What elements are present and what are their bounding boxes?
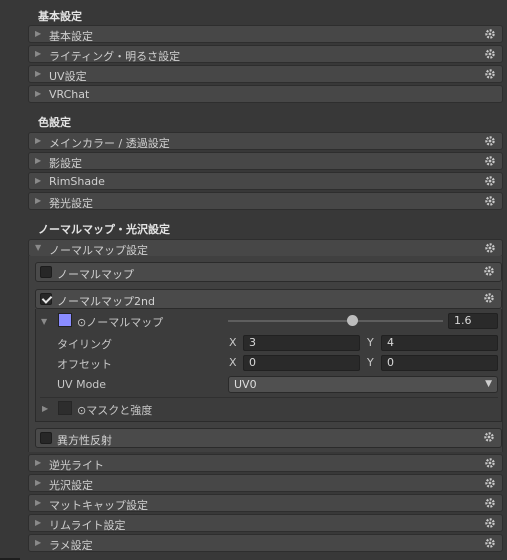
fold-backlight[interactable]: ▶ 逆光ライト	[28, 454, 503, 472]
uv-mode-dropdown[interactable]: UV0 ▼	[228, 376, 498, 393]
chevron-down-icon: ▼	[485, 379, 492, 389]
fold-matcap[interactable]: ▶ マットキャップ設定	[28, 494, 503, 512]
tiling-y-field[interactable]: 4	[381, 335, 498, 351]
normal-map-2nd-checkbox[interactable]	[40, 293, 52, 305]
tiling-y-label: Y	[367, 336, 374, 349]
offset-y-label: Y	[367, 356, 374, 369]
fold-rimlight[interactable]: ▶ リムライト設定	[28, 514, 503, 532]
offset-x-field[interactable]: 0	[243, 355, 360, 371]
triangle-right-icon: ▶	[35, 136, 42, 145]
gear-icon[interactable]	[484, 68, 496, 80]
section-title-basic: 基本設定	[38, 10, 82, 23]
fold-vrchat[interactable]: ▶ VRChat	[28, 85, 503, 103]
fold-label: 逆光ライト	[49, 459, 104, 472]
gear-icon[interactable]	[484, 537, 496, 549]
gear-icon[interactable]	[484, 48, 496, 60]
gear-icon[interactable]	[484, 242, 496, 254]
fold-label: VRChat	[49, 88, 90, 101]
fold-shadow[interactable]: ▶ 影設定	[28, 152, 503, 170]
normal-map-2nd-label: ノーマルマップ2nd	[57, 295, 155, 308]
normal-map-2nd-card[interactable]: ノーマルマップ2nd	[35, 289, 502, 309]
normal-map-checkbox[interactable]	[40, 266, 52, 278]
fold-label: 影設定	[49, 157, 82, 170]
triangle-right-icon[interactable]: ▶	[42, 404, 48, 413]
tiling-x-field[interactable]: 3	[243, 335, 360, 351]
offset-y-field[interactable]: 0	[381, 355, 498, 371]
fold-uv[interactable]: ▶ UV設定	[28, 65, 503, 83]
triangle-right-icon: ▶	[35, 458, 42, 467]
gear-icon[interactable]	[483, 431, 495, 443]
mask-label: ⊙マスクと強度	[77, 404, 153, 417]
fold-label: 光沢設定	[49, 479, 93, 492]
fold-label: RimShade	[49, 175, 105, 188]
gear-icon[interactable]	[484, 497, 496, 509]
fold-basic[interactable]: ▶ 基本設定	[28, 25, 503, 43]
triangle-down-icon[interactable]: ▼	[41, 317, 47, 326]
texture-label: ⊙ノーマルマップ	[77, 316, 164, 329]
fold-label: リムライト設定	[49, 519, 126, 532]
fold-lighting[interactable]: ▶ ライティング・明るさ設定	[28, 45, 503, 63]
fold-label: ライティング・明るさ設定	[49, 50, 181, 63]
normal-map-label: ノーマルマップ	[57, 268, 134, 281]
offset-x-label: X	[229, 356, 237, 369]
gear-icon[interactable]	[484, 175, 496, 187]
fold-label: ラメ設定	[49, 539, 93, 552]
fold-label: メインカラー / 透過設定	[49, 137, 170, 150]
left-gutter	[0, 0, 24, 560]
fold-label: マットキャップ設定	[49, 499, 148, 512]
uv-mode-label: UV Mode	[57, 378, 107, 391]
triangle-right-icon: ▶	[35, 49, 42, 58]
triangle-down-icon: ▼	[35, 243, 42, 252]
gear-icon[interactable]	[484, 457, 496, 469]
triangle-right-icon: ▶	[35, 498, 42, 507]
tiling-x-label: X	[229, 336, 237, 349]
gear-icon[interactable]	[483, 265, 495, 277]
tiling-label: タイリング	[57, 338, 112, 351]
triangle-right-icon: ▶	[35, 538, 42, 547]
fold-reflection[interactable]: ▶ 光沢設定	[28, 474, 503, 492]
section-title-normal: ノーマルマップ・光沢設定	[38, 223, 170, 236]
gear-icon[interactable]	[484, 517, 496, 529]
section-title-color: 色設定	[38, 116, 71, 129]
triangle-right-icon: ▶	[35, 518, 42, 527]
triangle-right-icon: ▶	[35, 478, 42, 487]
gear-icon[interactable]	[484, 477, 496, 489]
fold-rimshade[interactable]: ▶ RimShade	[28, 172, 503, 190]
uv-mode-value: UV0	[234, 378, 257, 391]
strength-slider-track[interactable]	[228, 320, 443, 322]
mask-texture-slot[interactable]	[58, 401, 72, 415]
gear-icon[interactable]	[483, 292, 495, 304]
gear-icon[interactable]	[484, 135, 496, 147]
anisotropy-label: 異方性反射	[57, 434, 112, 447]
fold-main-color[interactable]: ▶ メインカラー / 透過設定	[28, 132, 503, 150]
gear-icon[interactable]	[484, 28, 496, 40]
triangle-right-icon: ▶	[35, 156, 42, 165]
strength-field[interactable]: 1.6	[448, 313, 498, 329]
anisotropy-checkbox[interactable]	[40, 432, 52, 444]
triangle-right-icon: ▶	[35, 29, 42, 38]
gear-icon[interactable]	[484, 195, 496, 207]
triangle-right-icon: ▶	[35, 176, 42, 185]
fold-emission[interactable]: ▶ 発光設定	[28, 192, 503, 210]
texture-preview[interactable]	[58, 313, 72, 327]
triangle-right-icon: ▶	[35, 89, 42, 98]
triangle-right-icon: ▶	[35, 69, 42, 78]
triangle-right-icon: ▶	[35, 196, 42, 205]
offset-label: オフセット	[57, 358, 112, 371]
anisotropy-card[interactable]: 異方性反射	[35, 428, 502, 448]
fold-label: 発光設定	[49, 197, 93, 210]
fold-label: UV設定	[49, 70, 87, 83]
fold-glitter[interactable]: ▶ ラメ設定	[28, 534, 503, 552]
fold-normal-map[interactable]: ▼ ノーマルマップ設定	[28, 239, 503, 257]
normal-map-card[interactable]: ノーマルマップ	[35, 262, 502, 282]
divider	[40, 397, 498, 398]
gear-icon[interactable]	[484, 155, 496, 167]
fold-label: 基本設定	[49, 30, 93, 43]
